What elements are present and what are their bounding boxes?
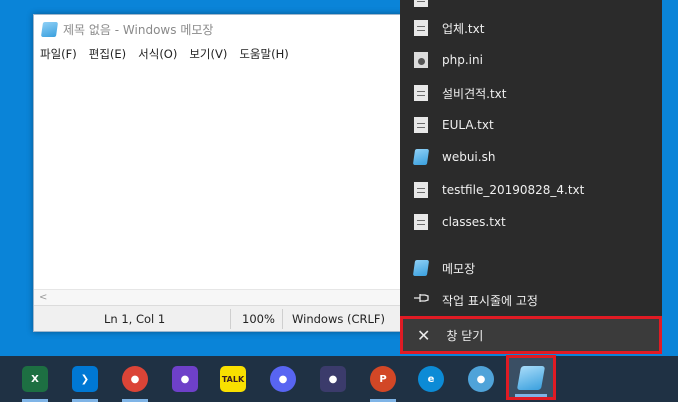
scroll-left-icon[interactable]: < xyxy=(39,292,47,303)
notepad-app-icon xyxy=(412,260,430,276)
text-file-icon xyxy=(414,214,428,230)
text-file-icon xyxy=(414,117,428,133)
running-indicator xyxy=(515,394,547,397)
horizontal-scrollbar[interactable]: < xyxy=(34,289,412,305)
status-bar: Ln 1, Col 1 100% Windows (CRLF) xyxy=(34,305,412,331)
status-divider xyxy=(282,309,283,329)
davinci-icon[interactable]: ● xyxy=(320,366,346,392)
menu-edit[interactable]: 편집(E) xyxy=(89,46,126,62)
recent-file-item[interactable]: 설비견적.txt xyxy=(400,78,662,108)
recent-file-label: php.ini xyxy=(442,53,483,67)
menu-bar: 파일(F) 편집(E) 서식(O) 보기(V) 도움말(H) xyxy=(34,43,412,65)
line-ending: Windows (CRLF) xyxy=(292,312,386,326)
discord-icon[interactable]: ● xyxy=(270,366,296,392)
recent-file-label: classes.txt xyxy=(442,215,506,229)
text-file-icon xyxy=(414,85,428,101)
pin-icon xyxy=(414,292,429,308)
recent-file-label: EULA.txt xyxy=(442,118,494,132)
text-file-icon xyxy=(414,20,428,36)
github-icon[interactable]: ● xyxy=(172,366,198,392)
menu-format[interactable]: 서식(O) xyxy=(138,46,177,62)
window-title: 제목 없음 - Windows 메모장 xyxy=(63,22,214,37)
chrome-icon[interactable]: ● xyxy=(122,366,148,392)
recent-file-item[interactable]: testfile_20190828_4.txt xyxy=(400,175,662,205)
text-file-icon xyxy=(414,0,428,7)
jumplist-partial-item[interactable] xyxy=(400,0,662,14)
open-notepad-item[interactable]: 메모장 xyxy=(400,253,662,283)
recent-file-item[interactable]: EULA.txt xyxy=(400,110,662,140)
close-icon: ✕ xyxy=(417,325,431,345)
notepad-title-bar[interactable]: 제목 없음 - Windows 메모장 xyxy=(34,15,412,43)
taskbar-notepad-button[interactable] xyxy=(506,355,556,400)
cursor-position: Ln 1, Col 1 xyxy=(104,312,166,326)
taskbar: X ❯ ● ● TALK ● ● P e ● xyxy=(0,356,678,402)
notepad-icon xyxy=(516,366,546,390)
menu-view[interactable]: 보기(V) xyxy=(189,46,227,62)
close-window-label: 창 닫기 xyxy=(446,328,484,343)
vscode-icon[interactable]: ❯ xyxy=(72,366,98,392)
recent-file-label: webui.sh xyxy=(442,150,496,164)
recent-file-item[interactable]: classes.txt xyxy=(400,207,662,237)
recent-file-item[interactable]: php.ini xyxy=(400,45,662,75)
recent-file-label: testfile_20190828_4.txt xyxy=(442,183,585,197)
text-file-icon xyxy=(414,182,428,198)
menu-file[interactable]: 파일(F) xyxy=(40,46,77,62)
bot-icon[interactable]: ● xyxy=(468,366,494,392)
taskbar-jump-list: 업체.txt php.ini 설비견적.txt EULA.txt webui.s… xyxy=(400,0,662,354)
recent-file-item[interactable]: 업체.txt xyxy=(400,13,662,43)
status-divider xyxy=(230,309,231,329)
close-window-item[interactable]: ✕ 창 닫기 xyxy=(400,316,662,354)
menu-help[interactable]: 도움말(H) xyxy=(239,46,288,62)
kakaotalk-icon[interactable]: TALK xyxy=(220,366,246,392)
powerpoint-icon[interactable]: P xyxy=(370,366,396,392)
zoom-level: 100% xyxy=(242,312,275,326)
recent-file-label: 설비견적.txt xyxy=(442,86,507,101)
pin-label: 작업 표시줄에 고정 xyxy=(442,293,538,308)
recent-file-item[interactable]: webui.sh xyxy=(400,142,662,172)
notepad-file-icon xyxy=(412,149,430,165)
ini-file-icon xyxy=(414,52,428,68)
excel-icon[interactable]: X xyxy=(22,366,48,392)
text-editor-area[interactable] xyxy=(34,65,412,287)
pin-to-taskbar-item[interactable]: 작업 표시줄에 고정 xyxy=(400,285,662,315)
notepad-app-icon xyxy=(40,21,59,37)
app-label: 메모장 xyxy=(442,261,476,276)
edge-icon[interactable]: e xyxy=(418,366,444,392)
notepad-window[interactable]: 제목 없음 - Windows 메모장 파일(F) 편집(E) 서식(O) 보기… xyxy=(33,14,413,332)
recent-file-label: 업체.txt xyxy=(442,21,485,36)
